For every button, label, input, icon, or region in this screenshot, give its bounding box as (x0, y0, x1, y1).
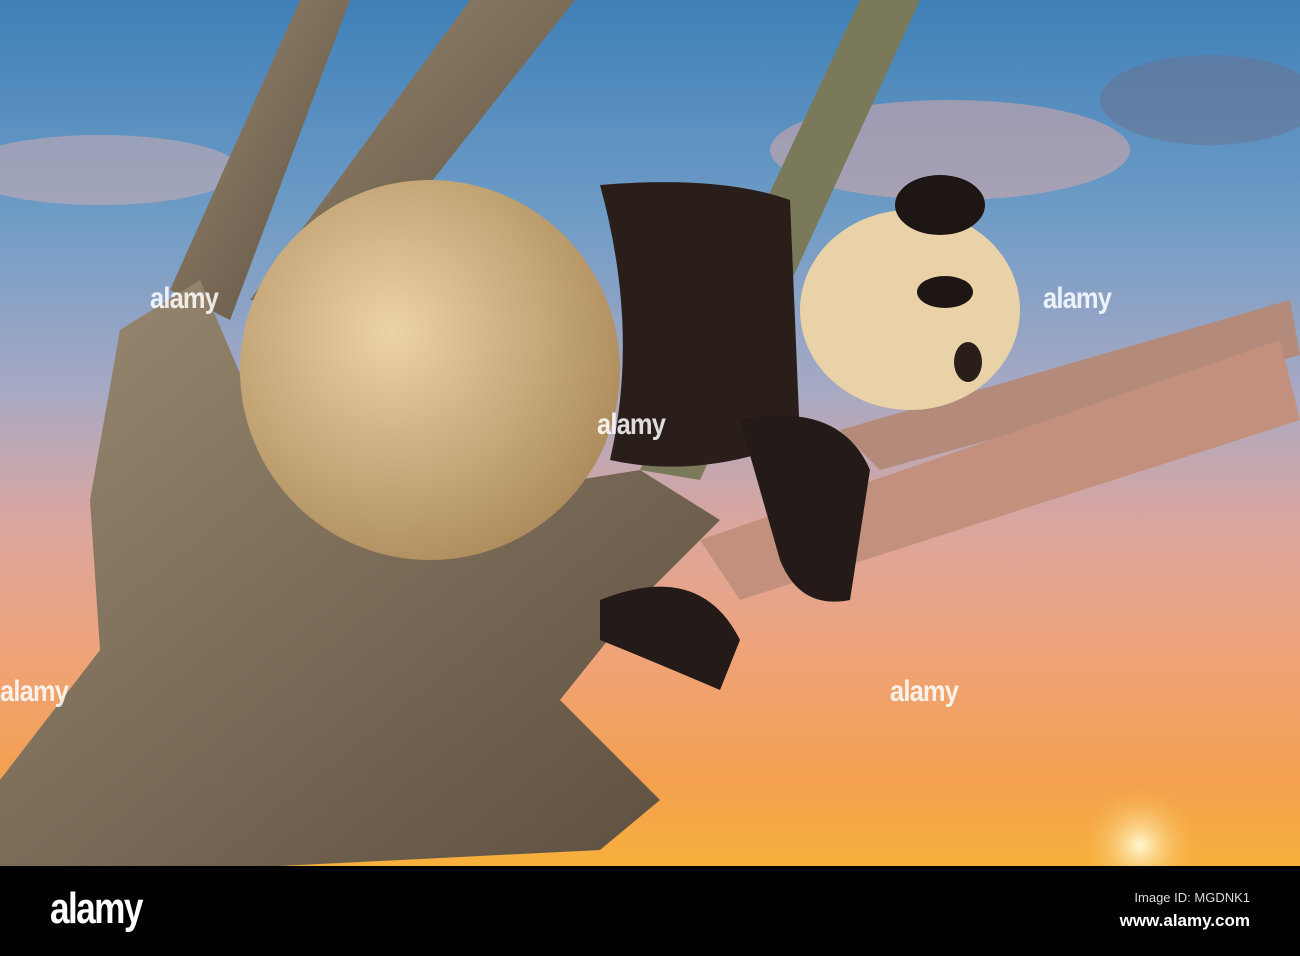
footer-bar: alamy Image ID: MGDNK1 www.alamy.com (0, 866, 1300, 956)
panda-leg (600, 586, 740, 690)
cloud (1100, 55, 1300, 145)
panda-ear (895, 175, 985, 235)
watermark: alamy (150, 282, 219, 315)
panda-nose (954, 342, 982, 382)
watermark: alamy (1043, 282, 1112, 315)
sun (1080, 785, 1200, 866)
panda-head (800, 210, 1020, 410)
watermark: alamy (597, 408, 666, 441)
site-url: www.alamy.com (1119, 911, 1250, 930)
alamy-logo: alamy (50, 884, 143, 933)
image-id: Image ID: MGDNK1 (1134, 890, 1250, 905)
panda-body (240, 180, 620, 560)
panda-eye-patch (917, 276, 973, 308)
panda-photo: alamy alamy alamy alamy alamy (0, 0, 1300, 866)
watermark: alamy (890, 675, 959, 708)
watermark: alamy (0, 675, 69, 708)
cloud (0, 135, 240, 205)
